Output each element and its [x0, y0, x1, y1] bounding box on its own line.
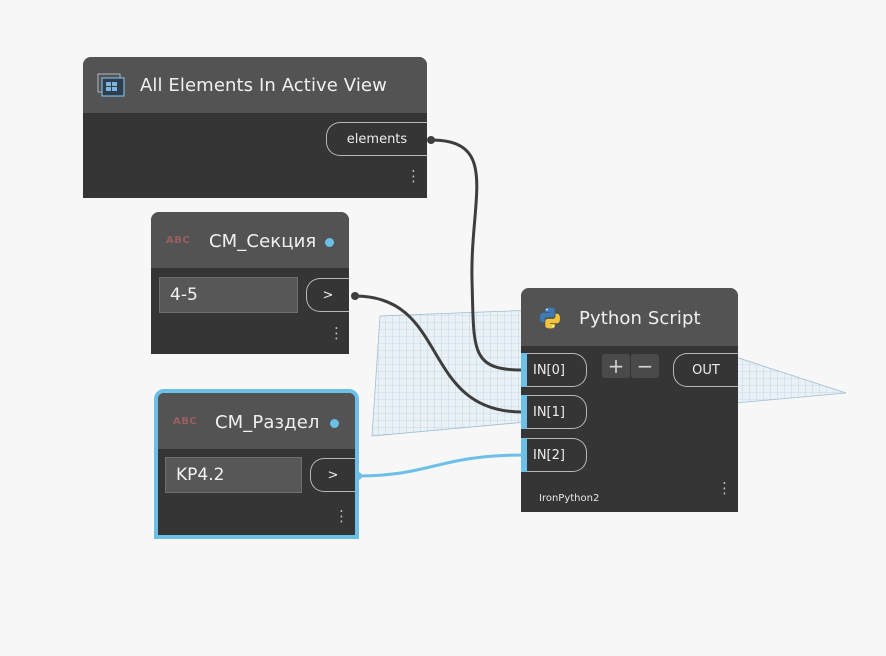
python-script-node[interactable]: Python Script IN[0] + − OUT IN[1] IN[2] … [521, 288, 738, 512]
output-port-elements[interactable]: elements [326, 122, 427, 156]
status-indicator [325, 238, 334, 247]
node-header[interactable]: ABC CM_Секция [151, 212, 349, 268]
node-title: All Elements In Active View [140, 75, 387, 96]
string-input-node-part[interactable]: ABC CM_Раздел KP4.2 > ⋮ [154, 389, 359, 539]
node-header[interactable]: All Elements In Active View [83, 57, 427, 113]
input-port-in1[interactable]: IN[1] [521, 395, 587, 429]
port-connected-marker [521, 353, 527, 387]
python-icon [540, 307, 560, 329]
graph-canvas[interactable]: All Elements In Active View elements ⋮ A… [0, 0, 886, 656]
node-title: Python Script [579, 308, 701, 329]
wire-elements-to-in0 [430, 138, 523, 372]
string-input-node-section[interactable]: ABC CM_Секция 4-5 > ⋮ [151, 212, 349, 354]
node-title: CM_Раздел [215, 412, 320, 433]
node-menu-dots[interactable]: ⋮ [406, 169, 421, 184]
node-header[interactable]: ABC CM_Раздел [158, 393, 355, 449]
python-engine-label: IronPython2 [539, 493, 600, 504]
status-indicator [330, 419, 339, 428]
remove-input-button[interactable]: − [631, 354, 659, 378]
port-label: IN[0] [533, 362, 565, 378]
node-title: CM_Секция [209, 231, 317, 252]
output-port[interactable]: > [306, 278, 349, 312]
node-header[interactable]: Python Script [521, 288, 738, 346]
output-port[interactable]: > [310, 458, 355, 492]
string-value-input[interactable]: KP4.2 [165, 457, 302, 493]
node-menu-dots[interactable]: ⋮ [717, 481, 732, 496]
wire-part-to-in2 [357, 453, 523, 478]
port-connected-marker [521, 395, 527, 429]
string-value-input[interactable]: 4-5 [159, 277, 298, 313]
node-menu-dots[interactable]: ⋮ [334, 509, 349, 524]
input-port-in2[interactable]: IN[2] [521, 438, 587, 472]
node-menu-dots[interactable]: ⋮ [329, 326, 344, 341]
port-label: IN[1] [533, 404, 565, 420]
view-elements-icon [97, 73, 125, 97]
port-connected-marker [521, 438, 527, 472]
all-elements-node[interactable]: All Elements In Active View elements ⋮ [83, 57, 427, 198]
add-input-button[interactable]: + [602, 354, 630, 378]
wire-section-to-in1 [354, 294, 523, 414]
string-type-icon: ABC [166, 235, 191, 246]
input-port-in0[interactable]: IN[0] [521, 353, 587, 387]
port-label: IN[2] [533, 447, 565, 463]
output-port-out[interactable]: OUT [673, 353, 738, 387]
string-type-icon: ABC [173, 416, 198, 427]
